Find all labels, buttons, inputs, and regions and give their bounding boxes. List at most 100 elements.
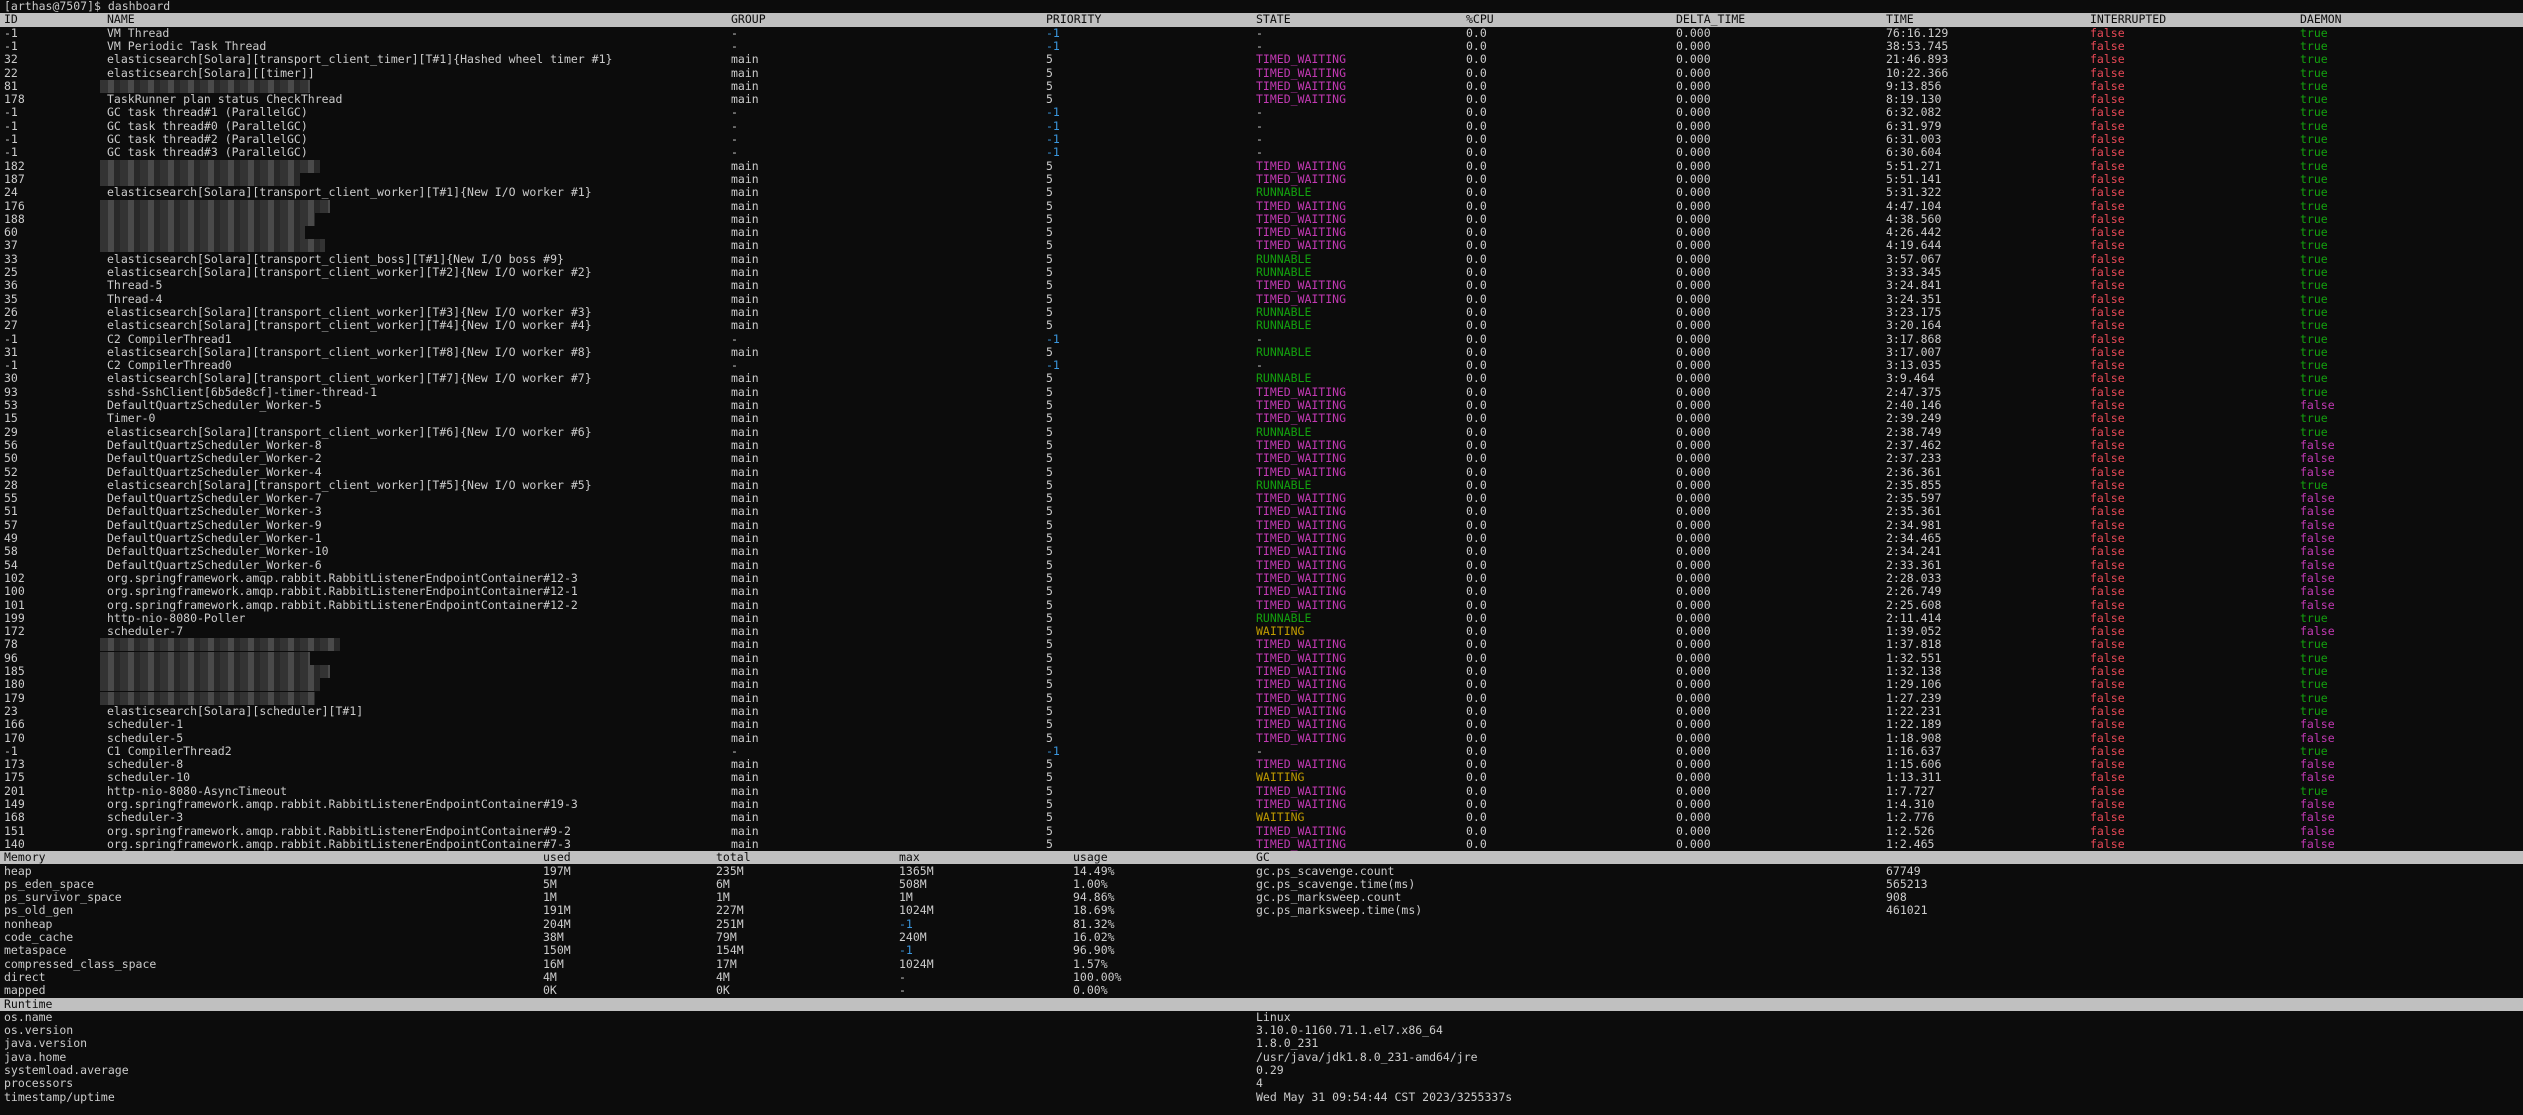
thread-time-cell: 3:57.067: [1886, 251, 1942, 266]
thread-delta-time-cell: 0.000: [1676, 331, 1711, 346]
thread-daemon-cell: false: [2300, 464, 2335, 479]
thread-state-cell: TIMED_WAITING: [1256, 78, 1347, 93]
thread-name-cell: scheduler-7: [107, 624, 184, 639]
thread-name-cell: VM Periodic Task Thread: [107, 38, 267, 53]
memory-cell-4: 18.69%: [1073, 903, 1115, 918]
thread-delta-time-cell: 0.000: [1676, 291, 1711, 306]
thread-daemon-cell: false: [2300, 557, 2335, 572]
thread-row: -1 GC task thread#1 (ParallelGC) - -1 - 0.0 0.…: [0, 105, 2523, 120]
thread-cpu-cell: 0.0: [1466, 132, 1487, 146]
memory-header-3: max: [899, 850, 920, 865]
thread-row: 179 main 5 TIMED_WAITING 0.0 0.000 1:27.239 fal…: [0, 690, 2523, 705]
thread-daemon-cell: true: [2300, 783, 2328, 798]
thread-time-cell: 76:16.129: [1886, 25, 1949, 40]
thread-delta-time-cell: 0.000: [1676, 637, 1711, 652]
thread-row: 201 http-nio-8080-AsyncTimeout main 5 TIMED_…: [0, 783, 2523, 798]
thread-name-cell: elasticsearch[Solara][transport_client_w…: [107, 265, 592, 279]
thread-name-cell: elasticsearch[Solara][transport_client_w…: [107, 304, 592, 319]
thread-interrupted-cell: false: [2090, 823, 2125, 838]
thread-priority-cell: 5: [1046, 158, 1053, 173]
thread-group-cell: main: [731, 92, 759, 107]
thread-delta-time-cell: 0.000: [1676, 491, 1711, 506]
thread-group-cell: main: [731, 491, 759, 506]
thread-name-cell: org.springframework.amqp.rabbit.RabbitLi…: [107, 584, 578, 599]
col-state-header: STATE: [1256, 12, 1291, 27]
thread-priority-cell: 5: [1046, 265, 1053, 279]
thread-time-cell: 2:35.855: [1886, 477, 1942, 492]
thread-time-cell: 1:7.727: [1886, 783, 1935, 798]
thread-cpu-cell: 0.0: [1466, 225, 1487, 240]
thread-cpu-cell: 0.0: [1466, 757, 1487, 772]
memory-row: ps_survivor_space 1M 1M 1M 94.86% gc.ps_marks…: [0, 890, 2523, 904]
thread-cpu-cell: 0.0: [1466, 597, 1487, 612]
thread-group-cell: main: [731, 398, 759, 412]
thread-row: 170 scheduler-5 main 5 TIMED_WAITING 0.0 0.000…: [0, 731, 2523, 745]
thread-id-cell: 52: [4, 464, 18, 479]
thread-name-cell: elasticsearch[Solara][transport_client_w…: [107, 371, 592, 386]
thread-id-cell: 102: [4, 570, 25, 585]
thread-row: 15 Timer-0 main 5 TIMED_WAITING 0.0 0.000 2:39.…: [0, 411, 2523, 426]
thread-priority-cell: -1: [1046, 105, 1060, 120]
thread-id-cell: 35: [4, 291, 18, 306]
thread-daemon-cell: true: [2300, 743, 2328, 758]
thread-priority-cell: 5: [1046, 384, 1053, 399]
thread-state-cell: TIMED_WAITING: [1256, 690, 1347, 705]
thread-interrupted-cell: false: [2090, 557, 2125, 572]
runtime-header: Runtime: [0, 997, 2523, 1011]
thread-id-cell: 151: [4, 823, 25, 838]
thread-cpu-cell: 0.0: [1466, 38, 1487, 53]
thread-time-cell: 3:33.345: [1886, 265, 1942, 279]
thread-delta-time-cell: 0.000: [1676, 464, 1711, 479]
thread-delta-time-cell: 0.000: [1676, 597, 1711, 612]
thread-time-cell: 5:31.322: [1886, 185, 1942, 200]
thread-priority-cell: 5: [1046, 411, 1053, 426]
thread-time-cell: 2:33.361: [1886, 557, 1942, 572]
thread-state-cell: RUNNABLE: [1256, 424, 1312, 439]
thread-interrupted-cell: false: [2090, 105, 2125, 120]
thread-delta-time-cell: 0.000: [1676, 823, 1711, 838]
thread-id-cell: 25: [4, 265, 18, 279]
runtime-row: os.name Linux: [0, 1010, 2523, 1024]
thread-group-cell: main: [731, 171, 759, 186]
thread-name-cell: DefaultQuartzScheduler_Worker-3: [107, 504, 322, 519]
thread-time-cell: 10:22.366: [1886, 65, 1949, 80]
thread-row: 166 scheduler-1 main 5 TIMED_WAITING 0.0 0.000…: [0, 717, 2523, 731]
thread-delta-time-cell: 0.000: [1676, 810, 1711, 825]
col-daemon-header: DAEMON: [2300, 12, 2342, 27]
memory-row: ps_eden_space 5M 6M 508M 1.00% gc.ps_scavenge…: [0, 877, 2523, 891]
thread-state-cell: RUNNABLE: [1256, 344, 1312, 359]
redacted-thread-name: [100, 172, 300, 186]
thread-cpu-cell: 0.0: [1466, 92, 1487, 107]
thread-group-cell: -: [731, 743, 738, 758]
thread-priority-cell: 5: [1046, 531, 1053, 545]
col-priority-header: PRIORITY: [1046, 12, 1102, 27]
thread-state-cell: TIMED_WAITING: [1256, 584, 1347, 599]
memory-row: code_cache 38M 79M 240M 16.02%: [0, 930, 2523, 944]
thread-daemon-cell: true: [2300, 703, 2328, 718]
thread-row: 60 main 5 TIMED_WAITING 0.0 0.000 4:26.442 fals…: [0, 225, 2523, 240]
thread-row: 54 DefaultQuartzScheduler_Worker-6 main 5 TI…: [0, 557, 2523, 572]
thread-name-cell: GC task thread#2 (ParallelGC): [107, 132, 308, 146]
redacted-thread-name: [100, 665, 330, 678]
runtime-key: java.version: [4, 1036, 88, 1051]
thread-interrupted-cell: false: [2090, 504, 2125, 519]
thread-interrupted-cell: false: [2090, 278, 2125, 293]
thread-delta-time-cell: 0.000: [1676, 384, 1711, 399]
thread-id-cell: -1: [4, 118, 18, 133]
thread-state-cell: TIMED_WAITING: [1256, 757, 1347, 772]
runtime-row: systemload.average 0.29: [0, 1063, 2523, 1077]
runtime-row: os.version 3.10.0-1160.71.1.el7.x86_64: [0, 1023, 2523, 1037]
redacted-thread-name: [100, 226, 305, 240]
thread-interrupted-cell: false: [2090, 491, 2125, 506]
thread-delta-time-cell: 0.000: [1676, 424, 1711, 439]
redacted-thread-name: [100, 199, 330, 213]
thread-priority-cell: 5: [1046, 557, 1053, 572]
thread-state-cell: TIMED_WAITING: [1256, 464, 1347, 479]
thread-priority-cell: 5: [1046, 703, 1053, 718]
thread-interrupted-cell: false: [2090, 703, 2125, 718]
thread-group-cell: main: [731, 584, 759, 599]
thread-name-cell: org.springframework.amqp.rabbit.RabbitLi…: [107, 836, 571, 851]
thread-id-cell: 29: [4, 424, 18, 439]
thread-id-cell: 185: [4, 664, 25, 678]
thread-cpu-cell: 0.0: [1466, 398, 1487, 412]
